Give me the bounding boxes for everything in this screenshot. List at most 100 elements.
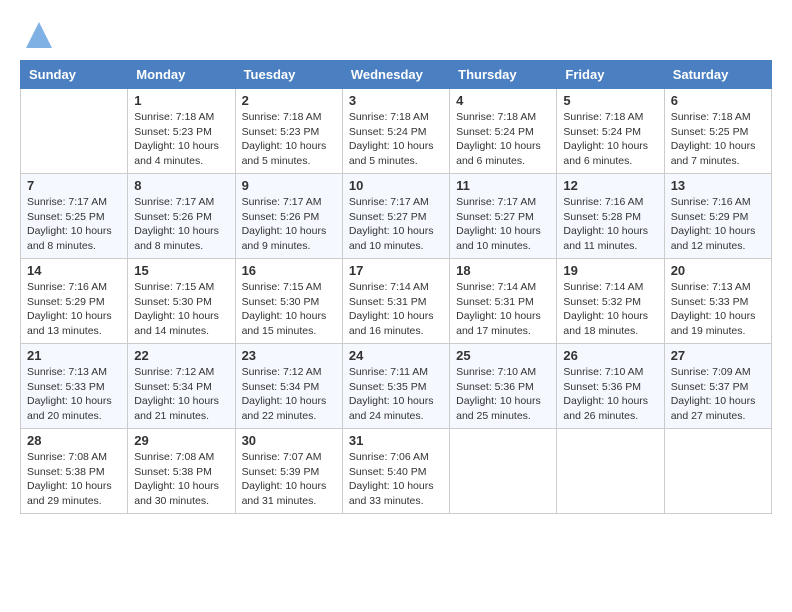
day-info: Sunrise: 7:13 AMSunset: 5:33 PMDaylight:…	[671, 280, 765, 339]
day-number: 16	[242, 263, 336, 278]
day-info: Sunrise: 7:18 AMSunset: 5:25 PMDaylight:…	[671, 110, 765, 169]
calendar-cell	[557, 429, 664, 514]
calendar-cell: 1Sunrise: 7:18 AMSunset: 5:23 PMDaylight…	[128, 89, 235, 174]
day-number: 3	[349, 93, 443, 108]
calendar-cell: 24 Sunrise: 7:11 AMSunset: 5:35 PMDayligh…	[342, 344, 449, 429]
calendar-week-row: 14 Sunrise: 7:16 AMSunset: 5:29 PMDayligh…	[21, 259, 772, 344]
logo	[20, 20, 54, 50]
day-number: 18	[456, 263, 550, 278]
calendar-cell: 25 Sunrise: 7:10 AMSunset: 5:36 PMDayligh…	[450, 344, 557, 429]
day-number: 17	[349, 263, 443, 278]
calendar-cell: 8Sunrise: 7:17 AMSunset: 5:26 PMDaylight…	[128, 174, 235, 259]
calendar-cell: 16 Sunrise: 7:15 AMSunset: 5:30 PMDayligh…	[235, 259, 342, 344]
day-info: Sunrise: 7:16 AMSunset: 5:29 PMDaylight:…	[671, 195, 765, 254]
calendar-table: SundayMondayTuesdayWednesdayThursdayFrid…	[20, 60, 772, 514]
calendar-cell: 28Sunrise: 7:08 AMSunset: 5:38 PMDayligh…	[21, 429, 128, 514]
day-number: 9	[242, 178, 336, 193]
calendar-cell: 23Sunrise: 7:12 AMSunset: 5:34 PMDayligh…	[235, 344, 342, 429]
calendar-cell: 21 Sunrise: 7:13 AMSunset: 5:33 PMDayligh…	[21, 344, 128, 429]
day-number: 31	[349, 433, 443, 448]
day-number: 21	[27, 348, 121, 363]
calendar-cell: 26 Sunrise: 7:10 AMSunset: 5:36 PMDayligh…	[557, 344, 664, 429]
calendar-cell: 2 Sunrise: 7:18 AMSunset: 5:23 PMDaylight…	[235, 89, 342, 174]
logo-icon	[24, 20, 54, 50]
calendar-cell: 30 Sunrise: 7:07 AMSunset: 5:39 PMDayligh…	[235, 429, 342, 514]
weekday-header-wednesday: Wednesday	[342, 61, 449, 89]
calendar-cell: 29 Sunrise: 7:08 AMSunset: 5:38 PMDayligh…	[128, 429, 235, 514]
day-number: 7	[27, 178, 121, 193]
day-number: 4	[456, 93, 550, 108]
calendar-cell: 27 Sunrise: 7:09 AMSunset: 5:37 PMDayligh…	[664, 344, 771, 429]
weekday-header-thursday: Thursday	[450, 61, 557, 89]
day-info: Sunrise: 7:10 AMSunset: 5:36 PMDaylight:…	[456, 365, 550, 424]
day-info: Sunrise: 7:17 AMSunset: 5:27 PMDaylight:…	[456, 195, 550, 254]
day-number: 1	[134, 93, 228, 108]
calendar-cell: 13 Sunrise: 7:16 AMSunset: 5:29 PMDayligh…	[664, 174, 771, 259]
day-info: Sunrise: 7:17 AMSunset: 5:26 PMDaylight:…	[134, 195, 228, 254]
day-info: Sunrise: 7:16 AMSunset: 5:28 PMDaylight:…	[563, 195, 657, 254]
page-header	[20, 20, 772, 50]
calendar-cell: 12 Sunrise: 7:16 AMSunset: 5:28 PMDayligh…	[557, 174, 664, 259]
day-number: 29	[134, 433, 228, 448]
calendar-cell: 5 Sunrise: 7:18 AMSunset: 5:24 PMDaylight…	[557, 89, 664, 174]
weekday-header-sunday: Sunday	[21, 61, 128, 89]
weekday-header-friday: Friday	[557, 61, 664, 89]
calendar-cell: 11 Sunrise: 7:17 AMSunset: 5:27 PMDayligh…	[450, 174, 557, 259]
day-number: 13	[671, 178, 765, 193]
day-info: Sunrise: 7:07 AMSunset: 5:39 PMDaylight:…	[242, 450, 336, 509]
calendar-week-row: 1 Sunrise: 7:18 AMSunset: 5:23 PMDaylight…	[21, 89, 772, 174]
day-number: 15	[134, 263, 228, 278]
calendar-cell: 6Sunrise: 7:18 AMSunset: 5:25 PMDaylight…	[664, 89, 771, 174]
day-number: 5	[563, 93, 657, 108]
day-number: 12	[563, 178, 657, 193]
day-number: 25	[456, 348, 550, 363]
day-info: Sunrise: 7:17 AMSunset: 5:25 PMDaylight:…	[27, 195, 121, 254]
day-info: Sunrise: 7:18 AMSunset: 5:24 PMDaylight:…	[563, 110, 657, 169]
day-info: Sunrise: 7:15 AMSunset: 5:30 PMDaylight:…	[134, 280, 228, 339]
day-info: Sunrise: 7:14 AMSunset: 5:31 PMDaylight:…	[456, 280, 550, 339]
day-info: Sunrise: 7:09 AMSunset: 5:37 PMDaylight:…	[671, 365, 765, 424]
day-number: 11	[456, 178, 550, 193]
day-info: Sunrise: 7:12 AMSunset: 5:34 PMDaylight:…	[134, 365, 228, 424]
day-number: 20	[671, 263, 765, 278]
day-info: Sunrise: 7:06 AMSunset: 5:40 PMDaylight:…	[349, 450, 443, 509]
calendar-cell: 14 Sunrise: 7:16 AMSunset: 5:29 PMDayligh…	[21, 259, 128, 344]
weekday-header-monday: Monday	[128, 61, 235, 89]
day-info: Sunrise: 7:17 AMSunset: 5:26 PMDaylight:…	[242, 195, 336, 254]
day-info: Sunrise: 7:13 AMSunset: 5:33 PMDaylight:…	[27, 365, 121, 424]
calendar-cell: 22Sunrise: 7:12 AMSunset: 5:34 PMDayligh…	[128, 344, 235, 429]
day-info: Sunrise: 7:10 AMSunset: 5:36 PMDaylight:…	[563, 365, 657, 424]
weekday-header-row: SundayMondayTuesdayWednesdayThursdayFrid…	[21, 61, 772, 89]
day-info: Sunrise: 7:18 AMSunset: 5:23 PMDaylight:…	[242, 110, 336, 169]
calendar-cell: 17Sunrise: 7:14 AMSunset: 5:31 PMDayligh…	[342, 259, 449, 344]
calendar-week-row: 21 Sunrise: 7:13 AMSunset: 5:33 PMDayligh…	[21, 344, 772, 429]
day-number: 10	[349, 178, 443, 193]
calendar-week-row: 7 Sunrise: 7:17 AMSunset: 5:25 PMDaylight…	[21, 174, 772, 259]
weekday-header-saturday: Saturday	[664, 61, 771, 89]
day-info: Sunrise: 7:15 AMSunset: 5:30 PMDaylight:…	[242, 280, 336, 339]
day-number: 23	[242, 348, 336, 363]
calendar-cell: 15 Sunrise: 7:15 AMSunset: 5:30 PMDayligh…	[128, 259, 235, 344]
day-number: 26	[563, 348, 657, 363]
weekday-header-tuesday: Tuesday	[235, 61, 342, 89]
calendar-cell	[450, 429, 557, 514]
day-info: Sunrise: 7:08 AMSunset: 5:38 PMDaylight:…	[134, 450, 228, 509]
calendar-cell: 20 Sunrise: 7:13 AMSunset: 5:33 PMDayligh…	[664, 259, 771, 344]
calendar-cell: 10 Sunrise: 7:17 AMSunset: 5:27 PMDayligh…	[342, 174, 449, 259]
day-number: 27	[671, 348, 765, 363]
calendar-cell: 4Sunrise: 7:18 AMSunset: 5:24 PMDaylight…	[450, 89, 557, 174]
calendar-cell	[664, 429, 771, 514]
day-info: Sunrise: 7:18 AMSunset: 5:24 PMDaylight:…	[349, 110, 443, 169]
calendar-cell: 18 Sunrise: 7:14 AMSunset: 5:31 PMDayligh…	[450, 259, 557, 344]
day-number: 28	[27, 433, 121, 448]
day-info: Sunrise: 7:17 AMSunset: 5:27 PMDaylight:…	[349, 195, 443, 254]
day-number: 30	[242, 433, 336, 448]
day-number: 2	[242, 93, 336, 108]
day-number: 24	[349, 348, 443, 363]
calendar-week-row: 28 Sunrise: 7:08 AMSunset: 5:38 PMDayligh…	[21, 429, 772, 514]
calendar-cell: 7 Sunrise: 7:17 AMSunset: 5:25 PMDaylight…	[21, 174, 128, 259]
day-number: 14	[27, 263, 121, 278]
day-info: Sunrise: 7:11 AMSunset: 5:35 PMDaylight:…	[349, 365, 443, 424]
day-info: Sunrise: 7:16 AMSunset: 5:29 PMDaylight:…	[27, 280, 121, 339]
day-number: 19	[563, 263, 657, 278]
